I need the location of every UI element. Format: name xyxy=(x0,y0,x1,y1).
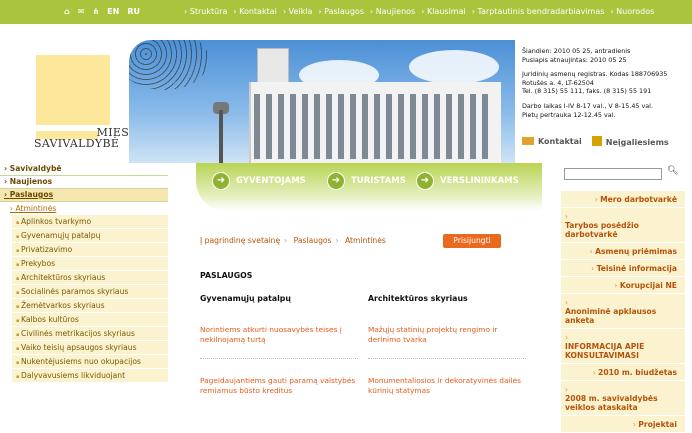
menu-naujienos[interactable]: Naujienos xyxy=(0,176,168,189)
search-icon[interactable]: 🔍︎ xyxy=(667,166,679,178)
menu-item[interactable]: Dalyvavusiems likviduojant xyxy=(12,369,168,383)
audience-turistams[interactable]: ➜ TURISTAMS xyxy=(327,172,406,190)
contacts-row: Kontaktai Neįgaliesiems xyxy=(522,136,669,147)
sitemap-icon[interactable]: ⋔ xyxy=(92,7,99,16)
menu-savivaldybe[interactable]: Savivaldybė xyxy=(0,163,168,176)
breadcrumb-current: Atmintinės xyxy=(344,236,386,245)
menu-item[interactable]: Gyvenamųjų patalpų xyxy=(12,229,168,243)
right-menu-item[interactable]: Tarybos posėdžio darbotvarkė xyxy=(561,208,685,243)
breadcrumb-home[interactable]: Į pagrindinę svetainę xyxy=(200,236,280,245)
audience-verslininkams[interactable]: ➜ VERSLININKAMS xyxy=(416,172,519,190)
nav-kontaktai[interactable]: Kontaktai xyxy=(233,7,277,16)
lang-en[interactable]: EN xyxy=(107,7,119,16)
service-link[interactable]: Monumentaliosios ir dekoratyvinės dailės… xyxy=(368,376,530,396)
left-menu: Savivaldybė Naujienos Paslaugos Atmintin… xyxy=(0,163,168,383)
breadcrumb-paslaugos[interactable]: Paslaugos xyxy=(294,236,332,245)
accessibility-icon xyxy=(591,136,602,146)
menu-item[interactable]: Vaiko teisių apsaugos skyriaus xyxy=(12,341,168,355)
address-text: Rotušės a. 4, LT-62504 xyxy=(522,78,594,87)
arrow-right-icon: ➜ xyxy=(327,172,345,190)
top-bar: ⌂ ✉ ⋔ EN RU Struktūra Kontaktai Veikla P… xyxy=(0,0,692,24)
right-menu-item[interactable]: Korupcijai NE xyxy=(561,277,685,294)
column-head: Architektūros skyriaus xyxy=(368,294,468,303)
hero-image xyxy=(129,40,515,163)
right-menu: Mero darbotvarkė Tarybos posėdžio darbot… xyxy=(561,191,685,433)
menu-item[interactable]: Civilinės metrikacijos skyriaus xyxy=(12,327,168,341)
home-icon[interactable]: ⌂ xyxy=(64,7,70,16)
nav-klausimai[interactable]: Klausimai xyxy=(421,7,466,16)
right-menu-item[interactable]: Anoniminė apklausos anketa xyxy=(561,294,685,329)
nav-naujienos[interactable]: Naujienos xyxy=(370,7,415,16)
login-button[interactable]: Prisijungti xyxy=(443,234,501,248)
envelope-icon xyxy=(522,137,534,145)
menu-item[interactable]: Privatizavimo xyxy=(12,243,168,257)
phone-text: Tel. (8 315) 55 111, faks. (8 315) 55 19… xyxy=(522,87,652,96)
service-link[interactable]: Norintiems atkurti nuosavybės teises į n… xyxy=(200,325,362,345)
right-menu-item[interactable]: INFORMACIJA APIE KONSULTAVIMASI xyxy=(561,329,685,364)
contacts-link[interactable]: Kontaktai xyxy=(522,137,582,146)
right-menu-item[interactable]: 2010 m. biudžetas xyxy=(561,364,685,381)
service-link[interactable]: Pageidaujantiems gauti paramą valstybės … xyxy=(200,376,362,396)
lang-ru[interactable]: RU xyxy=(127,7,140,16)
section-title: PASLAUGOS xyxy=(200,271,253,280)
nav-nuorodos[interactable]: Nuorodos xyxy=(610,7,654,16)
mail-icon[interactable]: ✉ xyxy=(78,7,85,16)
top-nav: Struktūra Kontaktai Veikla Paslaugos Nau… xyxy=(184,7,655,16)
arrow-right-icon: ➜ xyxy=(416,172,434,190)
info-panel: Šiandien: 2010 05 25, antradienis Puslap… xyxy=(522,47,690,125)
nav-paslaugos[interactable]: Paslaugos xyxy=(318,7,364,16)
arrow-right-icon: ➜ xyxy=(212,172,230,190)
right-menu-item[interactable]: Mero darbotvarkė xyxy=(561,191,685,208)
menu-item[interactable]: Architektūros skyriaus xyxy=(12,271,168,285)
date-text: Šiandien: 2010 05 25, antradienis xyxy=(522,47,631,55)
right-menu-item[interactable]: Projektai xyxy=(561,416,685,433)
breadcrumb: Į pagrindinę svetainę › Paslaugos › Atmint… xyxy=(200,236,386,245)
menu-item[interactable]: Žemėtvarkos skyriaus xyxy=(12,299,168,313)
lunch-text: Pietų pertrauka 12-12.45 val. xyxy=(522,110,616,119)
logo-placeholder[interactable] xyxy=(36,55,110,125)
right-menu-item[interactable]: Asmenų priėmimas xyxy=(561,243,685,260)
divider xyxy=(368,358,526,359)
hours-text: Darbo laikas I-IV 8-17 val., V 8-15.45 v… xyxy=(522,101,653,110)
service-link[interactable]: Mažųjų statinių projektų rengimo ir deri… xyxy=(368,325,530,345)
menu-item[interactable]: Socialinės paramos skyriaus xyxy=(12,285,168,299)
search-input[interactable] xyxy=(564,168,662,180)
menu-item[interactable]: Nukentėjusiems nuo okupacijos xyxy=(12,355,168,369)
top-icons: ⌂ ✉ ⋔ EN RU xyxy=(64,7,140,16)
nav-veikla[interactable]: Veikla xyxy=(283,7,313,16)
column-head: Gyvenamųjų patalpų xyxy=(200,294,291,303)
menu-paslaugos[interactable]: Paslaugos xyxy=(0,189,168,202)
nav-tarptautinis[interactable]: Tarptautinis bendradarbiavimas xyxy=(472,7,604,16)
menu-item[interactable]: Aplinkos tvarkymo xyxy=(12,215,168,229)
menu-item[interactable]: Kalbos kultūros xyxy=(12,313,168,327)
menu-item[interactable]: Prekybos xyxy=(12,257,168,271)
right-menu-item[interactable]: 2008 m. savivaldybės veiklos ataskaita xyxy=(561,381,685,416)
divider xyxy=(200,358,358,359)
registry-text: Juridinių asmenų registras. Kodas 188706… xyxy=(522,70,668,79)
right-menu-item[interactable]: Teisinė informacija xyxy=(561,260,685,277)
updated-text: Puslapis atnaujintas: 2010 05 25 xyxy=(522,55,627,64)
audience-gyventojams[interactable]: ➜ GYVENTOJAMS xyxy=(212,172,306,190)
menu-atmintines[interactable]: Atmintinės xyxy=(0,202,168,215)
nav-struktura[interactable]: Struktūra xyxy=(184,7,228,16)
disabled-link[interactable]: Neįgaliesiems xyxy=(591,136,669,147)
